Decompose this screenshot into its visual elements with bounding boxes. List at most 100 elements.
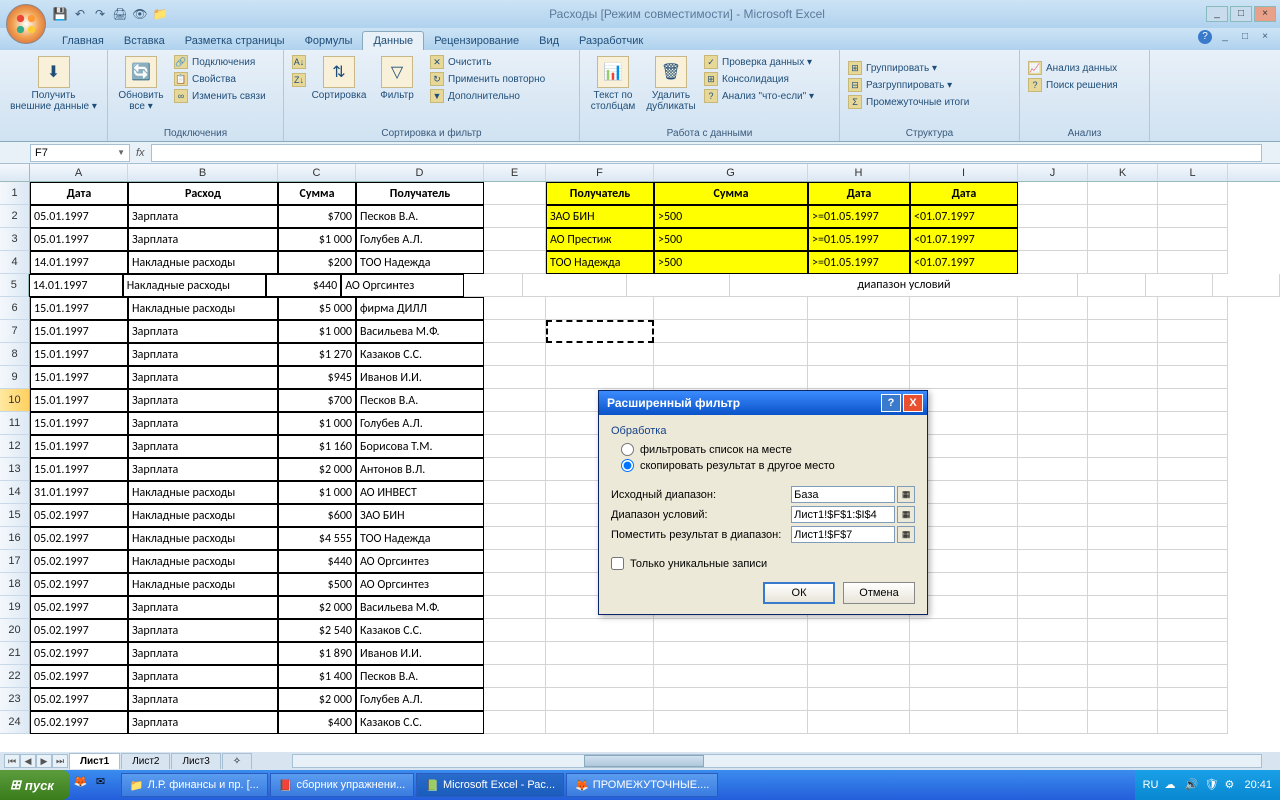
cell[interactable]: $1 890	[278, 642, 356, 665]
cell[interactable]	[1158, 435, 1228, 458]
cell[interactable]	[1088, 458, 1158, 481]
cell[interactable]	[627, 274, 730, 297]
name-box[interactable]: F7▼	[30, 144, 130, 162]
cell[interactable]: ТОО Надежда	[546, 251, 654, 274]
tab-developer[interactable]: Разработчик	[569, 32, 653, 50]
whatif-button[interactable]: ?Анализ "что-если" ▾	[702, 88, 816, 104]
group-button[interactable]: ⊞Группировать ▾	[846, 60, 971, 76]
cell[interactable]: АО Оргсинтез	[356, 550, 484, 573]
cell[interactable]	[546, 343, 654, 366]
row-header[interactable]: 15	[0, 504, 30, 527]
cell[interactable]: 15.01.1997	[30, 458, 128, 481]
col-header[interactable]: E	[484, 164, 546, 181]
cell[interactable]	[1158, 251, 1228, 274]
qat-preview-icon[interactable]: 👁	[132, 6, 148, 22]
cell[interactable]	[808, 711, 910, 734]
cell[interactable]	[484, 481, 546, 504]
cell[interactable]	[546, 642, 654, 665]
cell[interactable]	[654, 320, 808, 343]
col-header[interactable]: I	[910, 164, 1018, 181]
cell[interactable]	[1018, 343, 1088, 366]
dialog-close-button[interactable]: X	[903, 394, 923, 412]
cell[interactable]	[1158, 527, 1228, 550]
cell[interactable]: <01.07.1997	[910, 205, 1018, 228]
cell[interactable]: 05.02.1997	[30, 550, 128, 573]
dialog-titlebar[interactable]: Расширенный фильтр ? X	[599, 391, 927, 415]
cell[interactable]	[1158, 366, 1228, 389]
cell[interactable]	[1088, 182, 1158, 205]
cell[interactable]: ТОО Надежда	[356, 251, 484, 274]
cell[interactable]: Зарплата	[128, 320, 278, 343]
tab-data[interactable]: Данные	[362, 31, 424, 50]
row-header[interactable]: 3	[0, 228, 30, 251]
cell[interactable]	[1018, 711, 1088, 734]
cell[interactable]	[808, 320, 910, 343]
qat-redo-icon[interactable]: ↷	[92, 6, 108, 22]
qat-save-icon[interactable]: 💾	[52, 6, 68, 22]
cell[interactable]: Получатель	[356, 182, 484, 205]
row-header[interactable]: 24	[0, 711, 30, 734]
cell[interactable]	[1088, 366, 1158, 389]
cell[interactable]	[1088, 688, 1158, 711]
cell[interactable]	[910, 297, 1018, 320]
row-header[interactable]: 17	[0, 550, 30, 573]
cell[interactable]	[1158, 389, 1228, 412]
sort-desc-button[interactable]: Z↓	[290, 72, 308, 88]
sheet-nav-prev-icon[interactable]: ◀	[20, 754, 36, 768]
get-external-data-button[interactable]: ⬇ Получить внешние данные ▾	[6, 54, 101, 114]
cell[interactable]	[484, 504, 546, 527]
cell[interactable]: Накладные расходы	[128, 504, 278, 527]
row-header[interactable]: 14	[0, 481, 30, 504]
cell[interactable]: 05.01.1997	[30, 205, 128, 228]
row-header[interactable]: 2	[0, 205, 30, 228]
cell[interactable]	[654, 297, 808, 320]
cell[interactable]: Антонов В.Л.	[356, 458, 484, 481]
namebox-dropdown-icon[interactable]: ▼	[117, 148, 125, 157]
source-range-input[interactable]	[791, 486, 895, 503]
cell[interactable]: 31.01.1997	[30, 481, 128, 504]
cell[interactable]: Казаков С.С.	[356, 711, 484, 734]
cell[interactable]	[1018, 228, 1088, 251]
cell[interactable]: Голубев А.Л.	[356, 412, 484, 435]
cell[interactable]: >=01.05.1997	[808, 228, 910, 251]
filter-inplace-radio[interactable]: фильтровать список на месте	[621, 443, 915, 456]
cell[interactable]	[546, 711, 654, 734]
connections-button[interactable]: 🔗Подключения	[172, 54, 268, 70]
cell[interactable]	[654, 366, 808, 389]
cell[interactable]	[1088, 412, 1158, 435]
cell[interactable]: 05.02.1997	[30, 596, 128, 619]
dialog-help-button[interactable]: ?	[881, 394, 901, 412]
cell[interactable]: $2 540	[278, 619, 356, 642]
tab-home[interactable]: Главная	[52, 32, 114, 50]
row-header[interactable]: 13	[0, 458, 30, 481]
scrollbar-thumb[interactable]	[584, 755, 704, 767]
tab-review[interactable]: Рецензирование	[424, 32, 529, 50]
select-all-corner[interactable]	[0, 164, 30, 181]
maximize-button[interactable]: □	[1230, 6, 1252, 22]
cell[interactable]: 05.02.1997	[30, 504, 128, 527]
cell[interactable]	[484, 205, 546, 228]
cell[interactable]	[1158, 711, 1228, 734]
cell[interactable]	[1158, 619, 1228, 642]
cell[interactable]: фирма ДИЛЛ	[356, 297, 484, 320]
row-header[interactable]: 10	[0, 389, 30, 412]
cell[interactable]: Зарплата	[128, 412, 278, 435]
office-button[interactable]	[6, 4, 46, 44]
cell[interactable]: АО Престиж	[546, 228, 654, 251]
cell[interactable]	[1146, 274, 1213, 297]
doc-restore-icon[interactable]: □	[1238, 30, 1252, 44]
cell[interactable]	[1018, 642, 1088, 665]
cell[interactable]	[1018, 182, 1088, 205]
solver-button[interactable]: ?Поиск решения	[1026, 77, 1120, 93]
cell[interactable]	[484, 251, 546, 274]
cell[interactable]: Песков В.А.	[356, 389, 484, 412]
cell[interactable]: АО Оргсинтез	[356, 573, 484, 596]
cell[interactable]: Зарплата	[128, 458, 278, 481]
cell[interactable]: 05.02.1997	[30, 665, 128, 688]
col-header[interactable]: D	[356, 164, 484, 181]
cell[interactable]	[484, 182, 546, 205]
cell[interactable]: 05.02.1997	[30, 573, 128, 596]
cell[interactable]	[1158, 550, 1228, 573]
cell[interactable]	[1088, 205, 1158, 228]
row-header[interactable]: 21	[0, 642, 30, 665]
